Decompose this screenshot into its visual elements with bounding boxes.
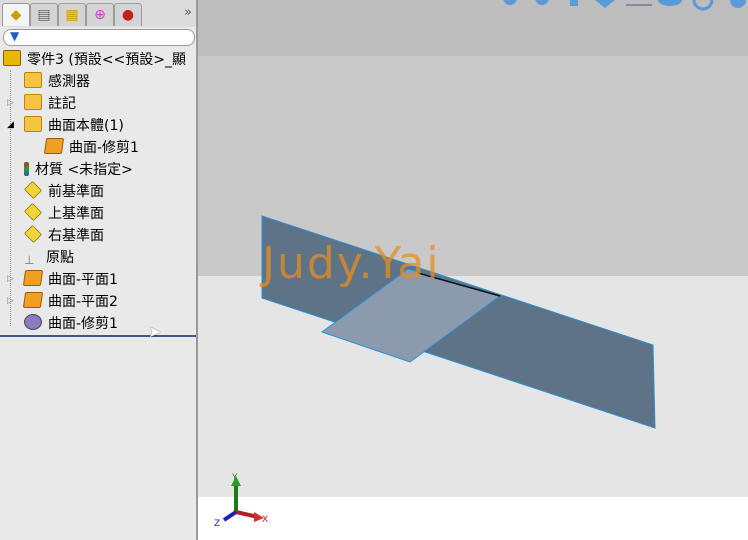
tree-item-label: 曲面-修剪1 <box>48 316 118 332</box>
tree-item-sensors[interactable]: 感測器 <box>24 71 90 93</box>
feature-manager-tab[interactable]: ◆ <box>2 3 30 26</box>
view-orientation-icon <box>626 4 652 6</box>
dimxpert-icon: ⊕ <box>94 7 106 23</box>
tree-item-part[interactable]: 零件3 (預設<<預設>_顯 <box>3 49 186 71</box>
expand-icon[interactable]: ▷ <box>7 274 14 284</box>
tree-item-label: 前基準面 <box>48 184 104 200</box>
tree-item-front-plane[interactable]: 前基準面 <box>23 180 104 203</box>
watermark: Judy.Yai <box>262 238 441 289</box>
tree-item-label: 材質 <未指定> <box>35 162 133 178</box>
surface-bodies-folder-icon <box>24 116 42 132</box>
tree-item-label: 感測器 <box>48 74 90 90</box>
tree-filter-input[interactable]: ▼ <box>3 29 195 46</box>
rollback-bar[interactable] <box>0 335 196 337</box>
display-manager-icon: ● <box>121 7 135 23</box>
material-icon <box>24 162 29 176</box>
svg-text:Z: Z <box>214 519 220 529</box>
more-tabs-button[interactable]: » <box>184 5 192 20</box>
collapse-icon[interactable]: ◢ <box>7 120 14 130</box>
part-icon <box>3 50 21 66</box>
tree-item-label: 曲面-修剪1 <box>69 140 139 156</box>
annotation-folder-icon <box>24 94 42 110</box>
feature-manager-panel: ◆ ▤ ▦ ⊕ ● » ▼ 零件3 (預設<<預設>_顯 感測器 ▷ 註記 ◢ … <box>0 0 198 540</box>
background-bottom <box>198 497 748 540</box>
plane-icon <box>23 202 43 222</box>
planar-surface-icon <box>22 292 44 308</box>
feature-manager-icon: ◆ <box>10 7 22 23</box>
svg-text:Y: Y <box>231 473 238 483</box>
toolbar-background <box>198 0 748 56</box>
tree-item-annotations[interactable]: 註記 <box>24 93 76 115</box>
tree-item-right-plane[interactable]: 右基準面 <box>23 224 104 247</box>
tree-item-label: 曲面本體(1) <box>48 118 124 134</box>
filter-icon: ▼ <box>10 29 20 43</box>
configuration-manager-icon: ▦ <box>65 7 79 23</box>
panel-tabs: ◆ ▤ ▦ ⊕ ● » <box>0 0 196 27</box>
tree-line <box>10 70 11 326</box>
tree-item-top-plane[interactable]: 上基準面 <box>23 202 104 225</box>
tree-item-origin[interactable]: ⊥ 原點 <box>24 247 74 269</box>
tree-item-surface-bodies[interactable]: 曲面本體(1) <box>24 115 124 137</box>
display-manager-tab[interactable]: ● <box>114 3 142 26</box>
svg-text:X: X <box>262 515 268 525</box>
property-manager-icon: ▤ <box>37 7 51 23</box>
tree-item-material[interactable]: 材質 <未指定> <box>24 159 133 181</box>
planar-surface-icon <box>22 270 44 286</box>
tree-item-planar-surface-2[interactable]: 曲面-平面2 <box>22 291 118 313</box>
tree-item-label: 上基準面 <box>48 206 104 222</box>
sensor-folder-icon <box>24 72 42 88</box>
plane-icon <box>23 180 43 200</box>
tree-item-label: 曲面-平面1 <box>48 272 118 288</box>
expand-icon[interactable]: ▷ <box>7 296 14 306</box>
trim-surface-icon <box>24 314 42 330</box>
tree-item-trim-surface[interactable]: 曲面-修剪1 <box>24 313 118 335</box>
tree-item-label: 註記 <box>48 96 76 112</box>
dimxpert-tab[interactable]: ⊕ <box>86 3 114 26</box>
previous-view-icon <box>570 0 578 6</box>
surface-body-icon <box>43 138 65 154</box>
tree-item-label: 原點 <box>46 250 74 266</box>
property-manager-tab[interactable]: ▤ <box>30 3 58 26</box>
tree-item-surface-body[interactable]: 曲面-修剪1 <box>43 137 139 159</box>
plane-icon <box>23 224 43 244</box>
tree-item-label: 零件3 (預設<<預設>_顯 <box>27 52 187 68</box>
tree-item-label: 右基準面 <box>48 228 104 244</box>
tree-item-planar-surface-1[interactable]: 曲面-平面1 <box>22 269 118 291</box>
mouse-cursor-icon: ➤ <box>148 322 162 341</box>
expand-icon[interactable]: ▷ <box>7 98 14 108</box>
tree-item-label: 曲面-平面2 <box>48 294 118 310</box>
configuration-manager-tab[interactable]: ▦ <box>58 3 86 26</box>
origin-icon: ⊥ <box>24 253 35 267</box>
